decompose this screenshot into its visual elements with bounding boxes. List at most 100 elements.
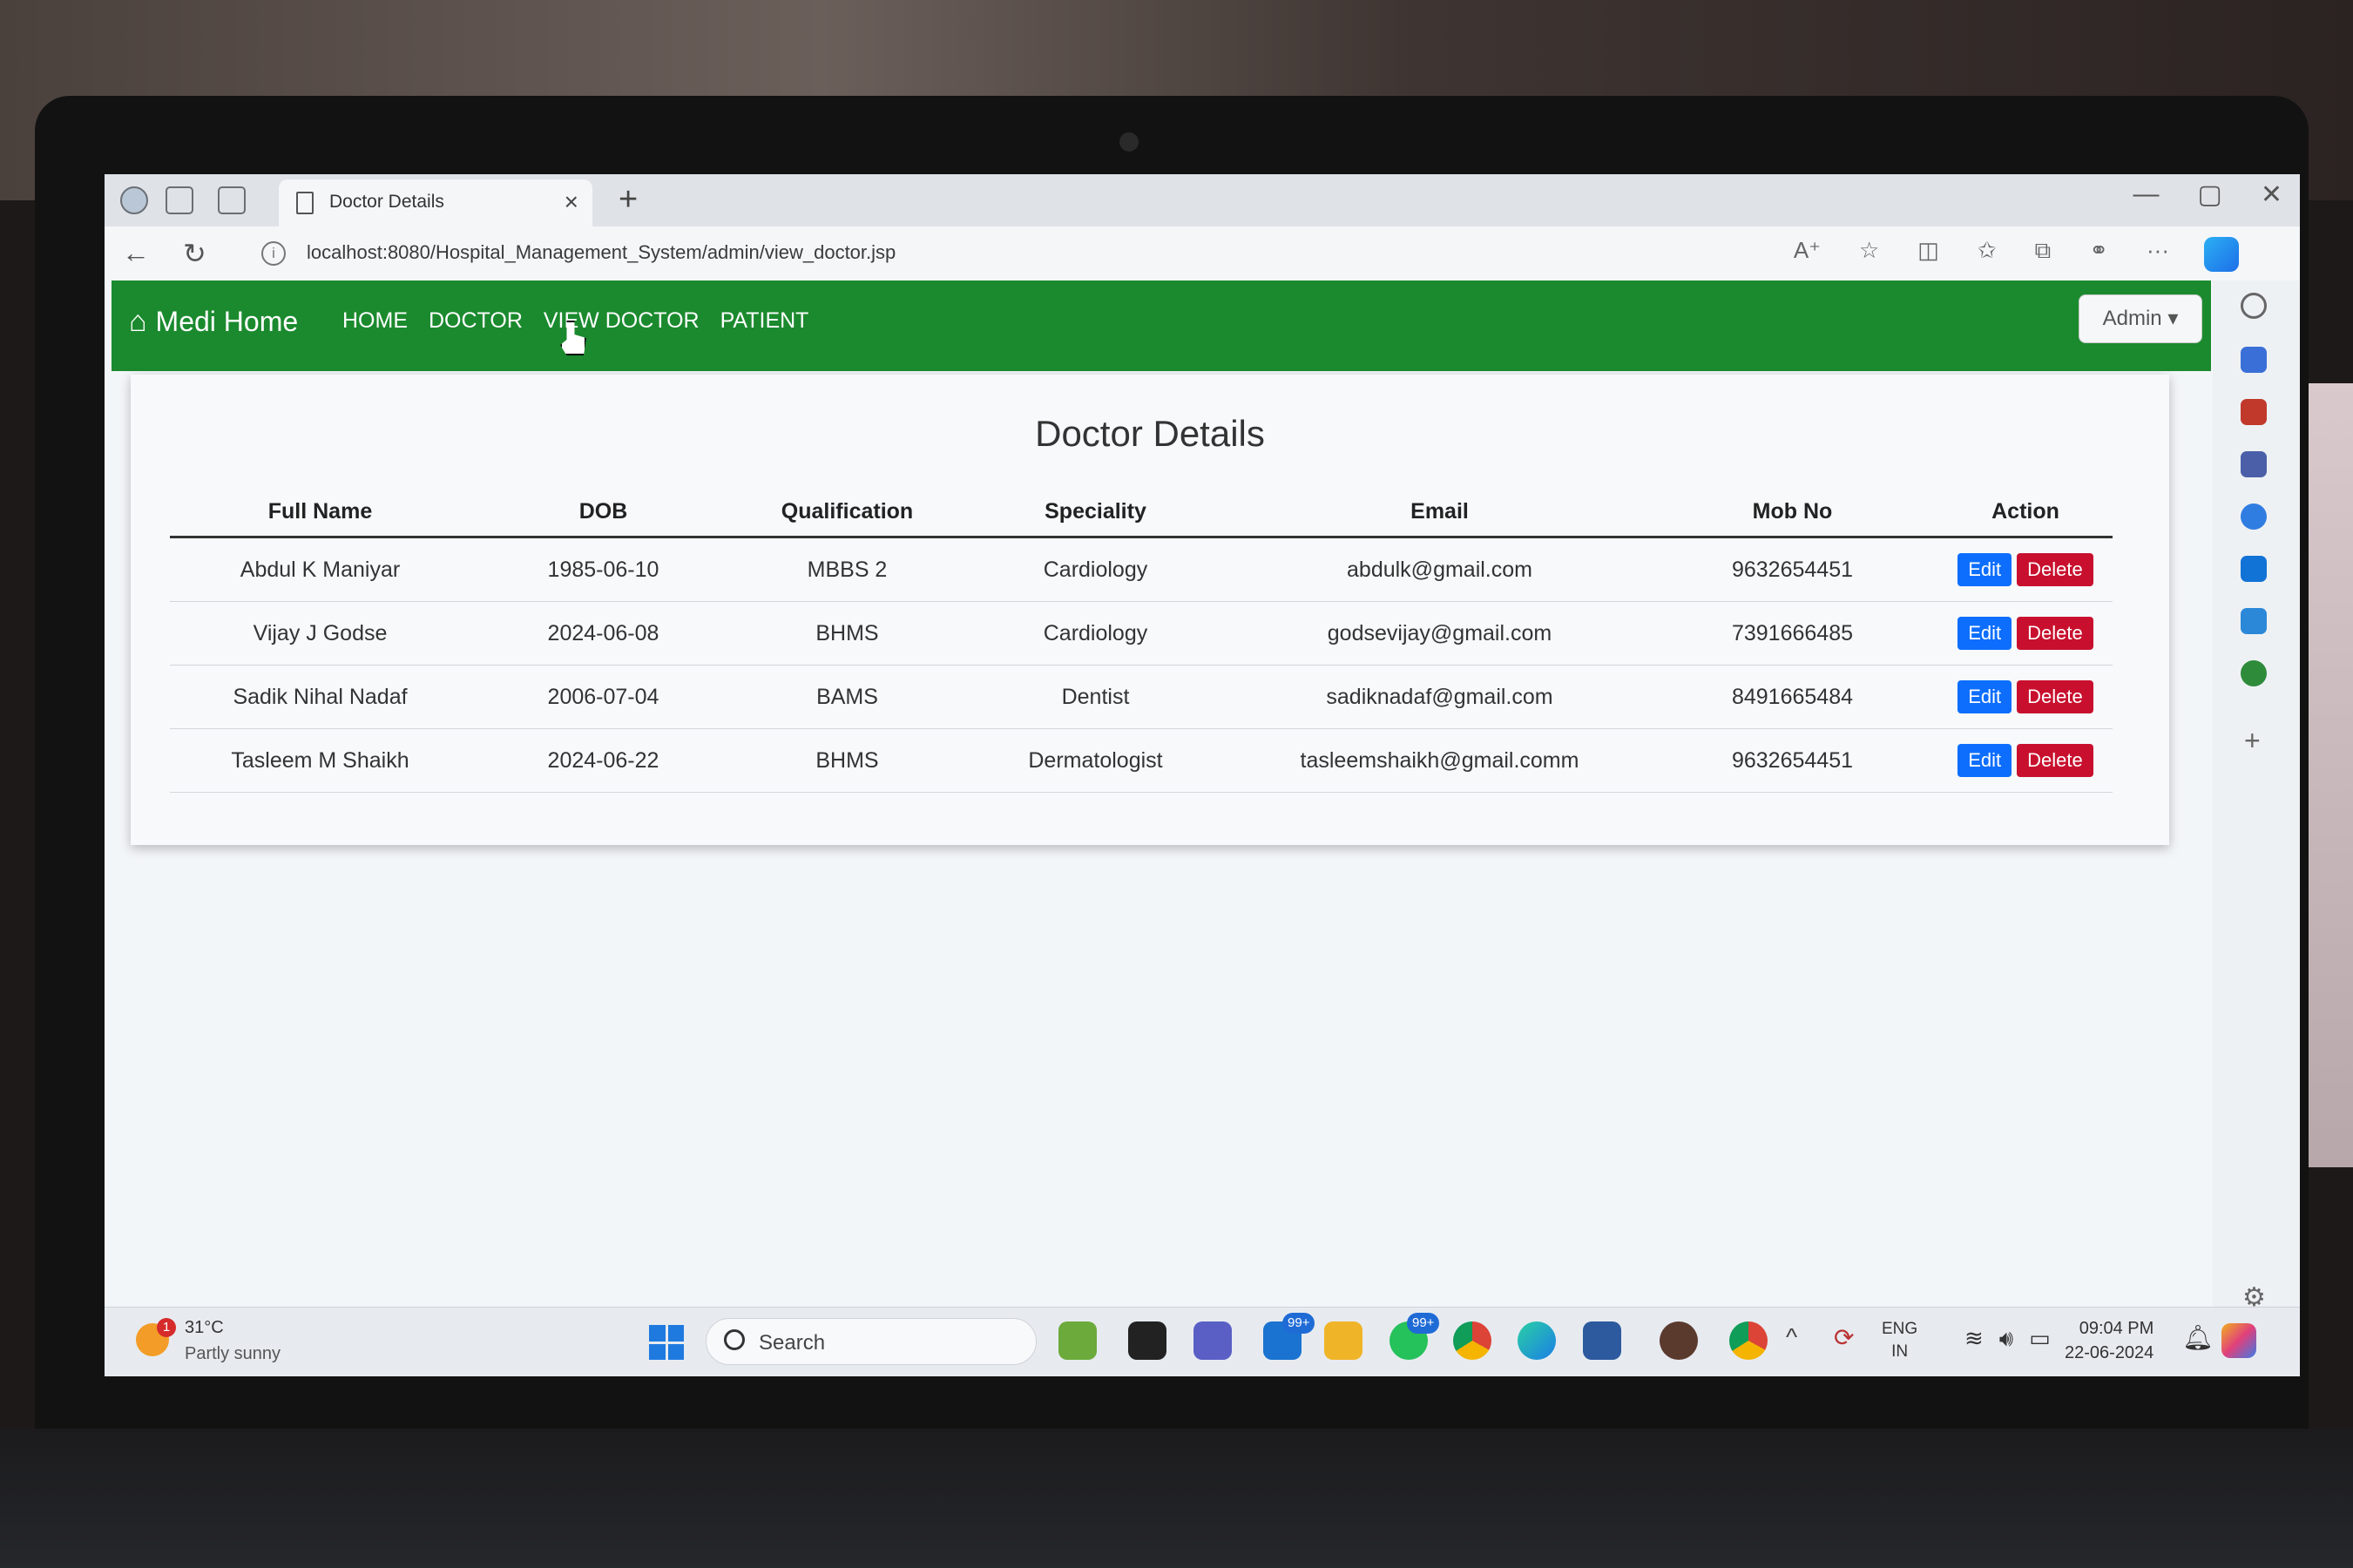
minimize-icon[interactable]: — (2133, 179, 2160, 210)
address-bar-row: ← ↻ i localhost:8080/Hospital_Management… (105, 226, 2300, 280)
edit-button[interactable]: Edit (1957, 553, 2012, 586)
search-label: Search (759, 1331, 826, 1355)
split-screen-icon[interactable]: ◫ (1917, 237, 1939, 265)
delete-button[interactable]: Delete (2017, 680, 2093, 713)
site-info-icon[interactable]: i (261, 241, 286, 266)
cell-email: godsevijay@gmail.com (1327, 620, 1552, 645)
language-indicator[interactable]: ENG IN (1882, 1318, 1917, 1363)
delete-button[interactable]: Delete (2017, 617, 2093, 650)
system-tray-icons: ≋ 🔊︎ ▭ (1964, 1325, 2051, 1353)
edit-button[interactable]: Edit (1957, 617, 2012, 650)
delete-button[interactable]: Delete (2017, 744, 2093, 777)
system-clock[interactable]: 09:04 PM 22-06-2024 (2065, 1316, 2154, 1365)
favorites-icon[interactable]: ✩ (1978, 237, 1997, 265)
sidebar-office-icon[interactable] (2241, 504, 2267, 530)
task-view-icon[interactable] (1128, 1321, 1166, 1360)
cell-mob-no: 8491665484 (1731, 684, 1854, 709)
table-row: Tasleem M Shaikh 2024-06-22 BHMS Dermato… (170, 729, 2113, 793)
window-controls: — ▢ ✕ (2133, 179, 2283, 210)
sidebar-add-icon[interactable]: + (2244, 725, 2261, 757)
chrome-icon[interactable] (1453, 1321, 1491, 1360)
copilot-taskbar-icon[interactable] (2221, 1323, 2256, 1358)
page-title: Doctor Details (1035, 413, 1265, 454)
url-field[interactable]: localhost:8080/Hospital_Management_Syste… (307, 241, 896, 264)
tab-actions-icon[interactable] (218, 186, 246, 214)
cell-speciality: Dentist (1061, 684, 1130, 709)
teams-icon[interactable] (1193, 1321, 1232, 1360)
sidebar-outlook-icon[interactable] (2241, 556, 2267, 582)
column-header-full-name: Full Name (267, 499, 373, 524)
search-icon (724, 1329, 745, 1350)
doctor-details-card: Doctor Details Full Name DOB Qualificati… (131, 375, 2169, 845)
battery-icon[interactable]: ▭ (2029, 1325, 2051, 1353)
close-window-icon[interactable]: ✕ (2261, 179, 2282, 210)
edit-button[interactable]: Edit (1957, 680, 2012, 713)
weather-description: Partly sunny (185, 1344, 281, 1363)
cell-action: Edit Delete (1938, 617, 2113, 650)
whatsapp-badge: 99+ (1407, 1313, 1440, 1334)
nav-link-doctor[interactable]: DOCTOR (429, 308, 523, 334)
cell-email: abdulk@gmail.com (1347, 557, 1532, 582)
edit-button[interactable]: Edit (1957, 744, 2012, 777)
column-header-email: Email (1410, 499, 1469, 524)
edge-icon[interactable] (1518, 1321, 1556, 1360)
favorite-star-icon[interactable]: ☆ (1859, 237, 1879, 265)
admin-dropdown-button[interactable]: Admin ▾ (2079, 294, 2202, 343)
web-page: ⌂ Medi Home HOME DOCTOR VIEW DOCTOR PATI… (105, 280, 2213, 1376)
webcam (1119, 132, 1139, 152)
new-tab-button[interactable]: + (619, 181, 638, 219)
cell-dob: 1985-06-10 (547, 557, 659, 582)
column-header-action: Action (1991, 499, 2059, 524)
tab-doctor-details[interactable]: Doctor Details × (279, 179, 592, 226)
reload-icon[interactable]: ↻ (183, 237, 206, 270)
chrome-profile-icon[interactable] (1729, 1321, 1768, 1360)
more-options-icon[interactable]: ··· (2147, 237, 2169, 265)
taskbar-search[interactable]: Search (706, 1318, 1037, 1365)
collections-icon[interactable]: ⧉ (2035, 237, 2052, 265)
browser-toolbar: A⁺ ☆ ◫ ✩ ⧉ ⚭ ··· (1794, 237, 2169, 265)
cell-mob-no: 9632654451 (1731, 557, 1854, 582)
sidebar-tree-icon[interactable] (2241, 660, 2267, 686)
back-icon[interactable]: ← (122, 237, 150, 269)
column-header-dob: DOB (578, 499, 628, 524)
sync-icon[interactable]: ⟳ (1834, 1323, 1854, 1352)
file-explorer-icon[interactable] (1324, 1321, 1362, 1360)
volume-icon[interactable]: 🔊︎ (1999, 1325, 2013, 1353)
nav-link-home[interactable]: HOME (342, 308, 408, 334)
sidebar-people-icon[interactable] (2241, 451, 2267, 477)
read-aloud-icon[interactable]: A⁺ (1794, 237, 1821, 265)
mail-badge: 99+ (1282, 1313, 1315, 1334)
windows-start-icon[interactable] (649, 1325, 684, 1360)
cell-qualification: BHMS (815, 747, 879, 773)
restore-icon[interactable]: ▢ (2198, 179, 2222, 210)
nav-link-patient[interactable]: PATIENT (720, 308, 809, 334)
eclipse-icon[interactable] (1660, 1321, 1698, 1360)
cell-action: Edit Delete (1938, 553, 2113, 586)
sidebar-tag-icon[interactable] (2241, 347, 2267, 373)
extensions-icon[interactable]: ⚭ (2089, 237, 2108, 265)
laptop-screen: Doctor Details × + — ▢ ✕ ← ↻ i localhost… (105, 174, 2300, 1376)
navbar: ⌂ Medi Home HOME DOCTOR VIEW DOCTOR PATI… (112, 280, 2211, 371)
tab-title: Doctor Details (329, 192, 444, 212)
table-header: Full Name DOB Qualification Speciality E… (170, 488, 2113, 538)
wifi-icon[interactable]: ≋ (1964, 1325, 1984, 1353)
copilot-icon[interactable] (2204, 237, 2239, 272)
brand-link[interactable]: ⌂ Medi Home (129, 305, 298, 339)
cell-full-name: Tasleem M Shaikh (231, 747, 409, 773)
sidebar-tools-icon[interactable] (2241, 399, 2267, 425)
profile-icon[interactable] (120, 186, 148, 214)
page-favicon-icon (296, 192, 314, 214)
workspaces-icon[interactable] (166, 186, 193, 214)
home-icon: ⌂ (129, 305, 147, 338)
nav-links: HOME DOCTOR VIEW DOCTOR PATIENT (342, 308, 808, 334)
delete-button[interactable]: Delete (2017, 553, 2093, 586)
table-row: Abdul K Maniyar 1985-06-10 MBBS 2 Cardio… (170, 538, 2113, 602)
tray-overflow-icon[interactable]: ^ (1786, 1323, 1797, 1351)
notification-bell-icon[interactable]: 🔔︎ (2182, 1323, 2214, 1352)
postgres-icon[interactable] (1583, 1321, 1621, 1360)
sidebar-search-icon[interactable] (2241, 293, 2267, 319)
sidebar-send-icon[interactable] (2241, 608, 2267, 634)
tab-close-icon[interactable]: × (565, 188, 578, 216)
game-app-icon[interactable] (1058, 1321, 1097, 1360)
clock-time: 09:04 PM (2079, 1319, 2154, 1338)
